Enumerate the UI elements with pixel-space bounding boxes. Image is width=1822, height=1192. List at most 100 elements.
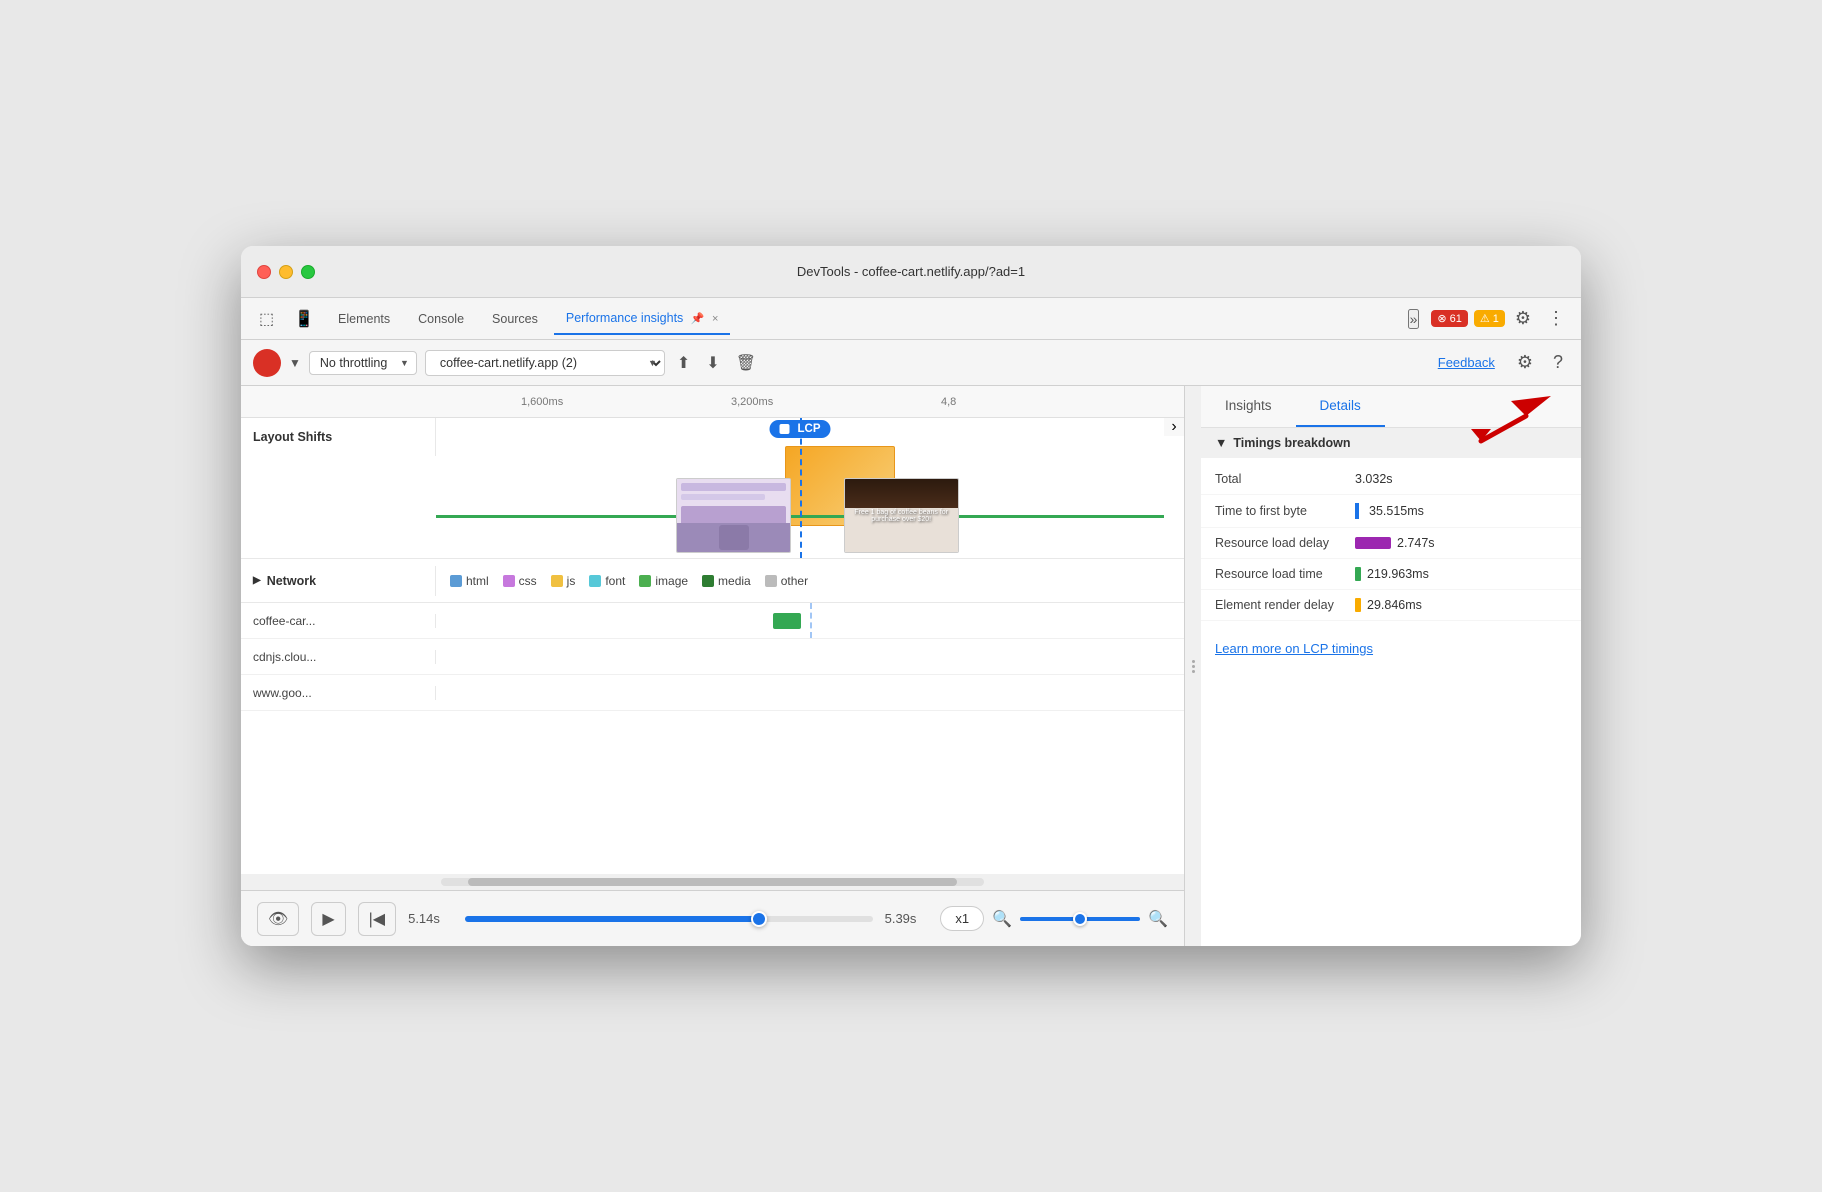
erd-bar [1355, 598, 1361, 612]
network-item-2[interactable]: cdnjs.clou... [241, 639, 1184, 675]
timing-row-rld: Resource load delay 2.747s [1201, 528, 1581, 559]
tab-elements[interactable]: Elements [326, 304, 402, 334]
timing-value-total: 3.032s [1355, 472, 1393, 486]
upload-icon[interactable]: ⬆ [673, 349, 694, 377]
network-label-text: Network [267, 574, 316, 588]
timing-value-rld: 2.747s [1355, 536, 1435, 550]
learn-more-link[interactable]: Learn more on LCP timings [1201, 627, 1387, 670]
throttle-select[interactable]: No throttling [309, 351, 417, 375]
timeline-rows: Layout Shifts LCP 0.21 [241, 418, 1184, 874]
zoom-out-button[interactable]: 🔍 [992, 909, 1012, 929]
media-dot [702, 575, 714, 587]
timing-label-rld: Resource load delay [1215, 536, 1355, 550]
cursor-icon[interactable]: ⬚ [251, 305, 282, 333]
legend-image-label: image [655, 574, 688, 588]
main-area: 1,600ms 3,200ms 4,8 Layout Shifts LCP [241, 386, 1581, 946]
right-panel: Insights Details ▼ Timings breakdown [1201, 386, 1581, 946]
network-item-1[interactable]: coffee-car... [241, 603, 1184, 639]
tab-bar: ⬚ 📱 Elements Console Sources Performance… [241, 298, 1581, 340]
timing-value-rlt: 219.963ms [1355, 567, 1429, 581]
tab-insights[interactable]: Insights [1201, 386, 1296, 427]
network-item-1-bar [436, 603, 1184, 638]
layout-shifts-label: Layout Shifts [241, 418, 436, 456]
legend-html-label: html [466, 574, 489, 588]
scrollbar-track[interactable] [441, 878, 984, 886]
pin-icon: 📌 [691, 313, 705, 325]
url-select[interactable]: coffee-cart.netlify.app (2) [425, 350, 665, 376]
other-dot [765, 575, 777, 587]
zoom-slider[interactable] [1020, 917, 1140, 921]
settings-button[interactable]: ⚙ [1509, 304, 1537, 333]
font-dot [589, 575, 601, 587]
screenshot-left [676, 478, 791, 553]
device-icon[interactable]: 📱 [286, 305, 322, 333]
playback-scrubber[interactable] [465, 916, 873, 922]
warning-badge[interactable]: ⚠ 1 [1474, 310, 1505, 327]
network-label: ▶ Network [241, 566, 436, 596]
error-badge[interactable]: ⊗ 61 [1431, 310, 1467, 327]
network-item-3-label: www.goo... [241, 686, 436, 700]
close-button[interactable] [257, 265, 271, 279]
network-item-1-label: coffee-car... [241, 614, 436, 628]
maximize-button[interactable] [301, 265, 315, 279]
tab-close-icon[interactable]: × [712, 313, 718, 325]
legend-other-label: other [781, 574, 808, 588]
resize-handle[interactable] [1185, 386, 1201, 946]
network-item-2-label: cdnjs.clou... [241, 650, 436, 664]
legend-area: html css js font [436, 574, 1184, 588]
legend-html: html [450, 574, 489, 588]
zoom-thumb[interactable] [1073, 912, 1087, 926]
expand-handle[interactable]: › [1164, 418, 1184, 436]
ruler-mark-3: 4,8 [941, 396, 956, 408]
settings-icon[interactable]: ⚙ [1511, 348, 1539, 377]
legend-font: font [589, 574, 625, 588]
tab-console[interactable]: Console [406, 304, 476, 334]
section-header[interactable]: ▼ Timings breakdown [1201, 428, 1581, 458]
timing-label-total: Total [1215, 472, 1355, 486]
js-dot [551, 575, 563, 587]
legend-media: media [702, 574, 751, 588]
feedback-button[interactable]: Feedback [1438, 355, 1495, 370]
tab-details[interactable]: Details [1296, 386, 1385, 427]
rlt-bar [1355, 567, 1361, 581]
minimize-button[interactable] [279, 265, 293, 279]
timing-row-total: Total 3.032s [1201, 464, 1581, 495]
tab-sources[interactable]: Sources [480, 304, 550, 334]
progress-thumb[interactable] [751, 911, 767, 927]
skip-to-start-button[interactable]: |◀ [358, 902, 396, 936]
zoom-in-button[interactable]: 🔍 [1148, 909, 1168, 929]
css-dot [503, 575, 515, 587]
timing-row-rlt: Resource load time 219.963ms [1201, 559, 1581, 590]
legend-css-label: css [519, 574, 537, 588]
network-item-2-bar [436, 639, 1184, 674]
timeline-panel: 1,600ms 3,200ms 4,8 Layout Shifts LCP [241, 386, 1185, 946]
layout-shifts-content: LCP 0.21 [436, 418, 1164, 558]
rld-bar [1355, 537, 1391, 549]
legend-other: other [765, 574, 808, 588]
network-expand-icon[interactable]: ▶ [253, 575, 261, 586]
tab-performance-insights[interactable]: Performance insights 📌 × [554, 303, 731, 335]
time-start: 5.14s [408, 911, 453, 926]
warning-icon: ⚠ [1480, 312, 1490, 325]
overflow-menu-button[interactable]: ⋮ [1541, 304, 1571, 333]
network-item-3[interactable]: www.goo... [241, 675, 1184, 711]
play-button[interactable]: ▶ [311, 902, 345, 936]
bottom-bar: 👁 ▶ |◀ 5.14s 5.39s x1 🔍 🔍 [241, 890, 1184, 946]
throttle-wrapper: No throttling [309, 351, 417, 375]
delete-icon[interactable]: 🗑 [732, 349, 760, 377]
legend-media-label: media [718, 574, 751, 588]
layout-shifts-row: Layout Shifts LCP 0.21 [241, 418, 1184, 559]
more-tabs-button[interactable]: » [1408, 309, 1420, 329]
record-button[interactable] [253, 349, 281, 377]
screenshot-right: Free 1 bag of coffee beans for purchase … [844, 478, 959, 553]
download-icon[interactable]: ⬇ [702, 349, 723, 377]
ruler-mark-2: 3,200ms [731, 396, 773, 408]
horizontal-scrollbar[interactable] [241, 874, 1184, 890]
eye-button[interactable]: 👁 [257, 902, 299, 936]
network-item-3-bar [436, 675, 1184, 710]
help-icon[interactable]: ? [1547, 348, 1569, 377]
scrollbar-thumb[interactable] [468, 878, 957, 886]
record-dropdown[interactable]: ▼ [289, 356, 301, 370]
zoom-level: x1 [940, 906, 984, 931]
legend-image: image [639, 574, 688, 588]
